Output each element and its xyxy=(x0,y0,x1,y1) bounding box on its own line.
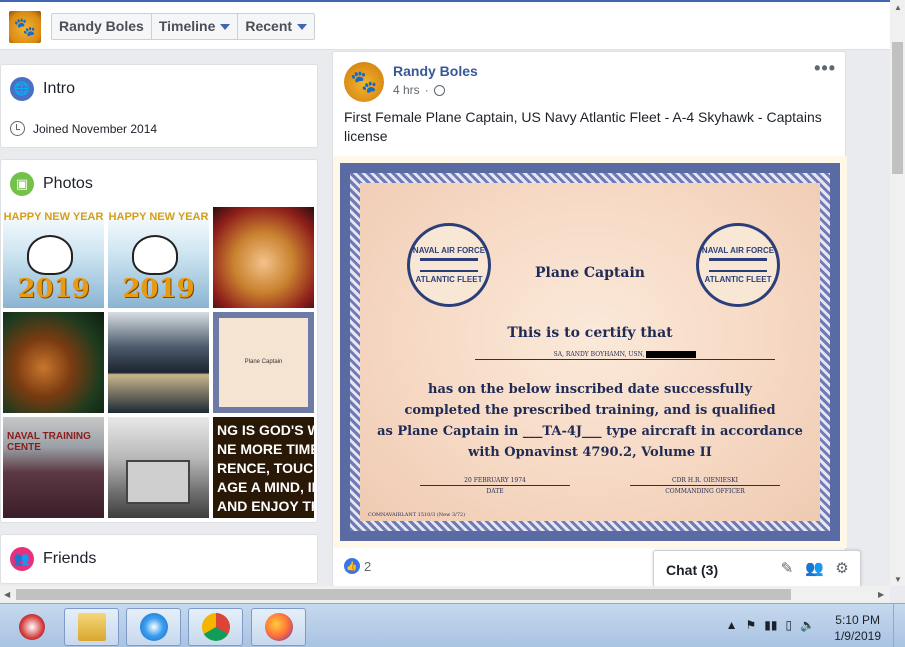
taskbar-chrome[interactable] xyxy=(188,608,243,646)
intro-heading[interactable]: 🌐 Intro xyxy=(10,77,75,101)
photo-icon: ▣ xyxy=(10,172,34,196)
folder-icon xyxy=(77,613,106,641)
joined-date: Joined November 2014 xyxy=(10,121,157,136)
intro-card: 🌐 Intro Joined November 2014 xyxy=(0,64,318,148)
photos-heading[interactable]: ▣ Photos xyxy=(10,172,93,196)
scroll-down-icon[interactable]: ▼ xyxy=(894,575,902,584)
thumbs-up-icon: 👍 xyxy=(344,558,360,574)
new-group-icon[interactable]: 👥 xyxy=(805,560,824,578)
photo-tile[interactable] xyxy=(108,417,209,518)
compose-icon[interactable]: ✎ xyxy=(778,560,796,578)
taskbar-internet-explorer[interactable] xyxy=(126,608,181,646)
scroll-left-icon[interactable]: ◀ xyxy=(4,590,10,599)
photo-tile[interactable]: Plane Captain xyxy=(213,312,314,413)
horizontal-scroll-thumb[interactable] xyxy=(16,589,791,600)
photo-tile[interactable] xyxy=(213,207,314,308)
certificate-thumbnail-text: Plane Captain xyxy=(244,359,283,365)
friends-heading[interactable]: 👥 Friends xyxy=(10,547,96,571)
photo-tile[interactable]: HAPPY NEW YEAR 2019 xyxy=(3,207,104,308)
photos-card: ▣ Photos HAPPY NEW YEAR 2019 HAPPY NEW Y… xyxy=(0,159,318,523)
certificate-commanding-officer: CDR H.R. OIENIESKI COMMANDING OFFICER xyxy=(630,477,780,495)
friends-icon: 👥 xyxy=(10,547,34,571)
speaker-icon[interactable]: 🔈 xyxy=(800,618,815,632)
taskbar-file-explorer[interactable] xyxy=(64,608,119,646)
redaction-bar xyxy=(646,351,697,358)
chat-bar[interactable]: Chat (3) ✎ 👥 ⚙ xyxy=(653,550,861,587)
church-building xyxy=(126,460,190,504)
power-icon[interactable]: ▯ xyxy=(785,618,792,632)
vertical-scrollbar[interactable]: ▲ ▼ xyxy=(890,0,905,586)
tab-timeline[interactable]: Timeline xyxy=(152,14,239,39)
snoopy-figure xyxy=(132,235,178,275)
taskbar-firefox[interactable] xyxy=(251,608,306,646)
more-options-icon[interactable]: ••• xyxy=(814,58,836,79)
chrome-icon xyxy=(201,613,230,641)
post-meta: 4 hrs · xyxy=(393,83,445,97)
quote-text: NG IS GOD'S W NE MORE TIME, RENCE, TOUCH… xyxy=(217,422,314,514)
photo-tile[interactable]: NAVAL TRAINING CENTE xyxy=(3,417,104,518)
scroll-right-icon[interactable]: ▶ xyxy=(878,590,884,599)
firefox-icon xyxy=(264,613,293,641)
post-time[interactable]: 4 hrs xyxy=(393,83,420,97)
snipping-tool-icon xyxy=(18,614,45,640)
author-avatar[interactable]: 🐾 xyxy=(344,62,384,102)
gear-icon[interactable]: ⚙ xyxy=(833,560,851,578)
post-caption: First Female Plane Captain, US Navy Atla… xyxy=(344,109,822,144)
taskbar-snipping-tool[interactable] xyxy=(4,608,59,646)
vertical-scroll-thumb[interactable] xyxy=(892,42,903,174)
clock-icon xyxy=(10,121,25,136)
post-card: 🐾 Randy Boles 4 hrs · ••• First Female P… xyxy=(332,51,847,587)
photo-tile[interactable] xyxy=(3,312,104,413)
network-icon[interactable]: ▮▮ xyxy=(764,618,777,632)
tab-profile-name[interactable]: Randy Boles xyxy=(52,14,152,39)
chevron-down-icon xyxy=(297,23,308,30)
photo-tile[interactable]: HAPPY NEW YEAR 2019 xyxy=(108,207,209,308)
certificate-form-number: COMNAVAIRLANT 1510/3 (New 3/72) xyxy=(368,512,466,518)
certificate-title: Plane Captain xyxy=(535,265,645,281)
windows-taskbar: ▲ ⚑ ▮▮ ▯ 🔈 5:10 PM 1/9/2019 xyxy=(0,603,905,647)
show-hidden-icons-icon[interactable]: ▲ xyxy=(726,618,738,632)
system-tray: ▲ ⚑ ▮▮ ▯ 🔈 xyxy=(726,618,815,632)
show-desktop-button[interactable] xyxy=(893,604,905,647)
dot-separator: · xyxy=(424,83,429,97)
certificate-body: has on the below inscribed date successf… xyxy=(377,382,803,460)
certificate-date: 20 FEBRUARY 1974 DATE xyxy=(420,477,570,495)
tab-recent[interactable]: Recent xyxy=(238,14,314,39)
post-image[interactable]: NAVAL AIR FORCE ATLANTIC FLEET NAVAL AIR… xyxy=(333,156,847,548)
profile-top-bar: 🐾 Randy Boles Timeline Recent xyxy=(0,0,890,50)
like-summary[interactable]: 👍 2 xyxy=(344,558,371,574)
certificate-border: NAVAL AIR FORCE ATLANTIC FLEET NAVAL AIR… xyxy=(340,163,840,541)
chevron-down-icon xyxy=(220,23,231,30)
certificate-certify-line: This is to certify that xyxy=(507,325,673,341)
internet-explorer-icon xyxy=(139,613,168,641)
globe-icon[interactable] xyxy=(433,84,445,96)
taskbar-clock[interactable]: 5:10 PM 1/9/2019 xyxy=(834,612,881,644)
photo-tile[interactable] xyxy=(108,312,209,413)
friends-card: 👥 Friends xyxy=(0,534,318,584)
snoopy-figure xyxy=(27,235,73,275)
like-count: 2 xyxy=(364,558,372,574)
certificate: NAVAL AIR FORCE ATLANTIC FLEET NAVAL AIR… xyxy=(360,183,820,521)
photo-grid: HAPPY NEW YEAR 2019 HAPPY NEW YEAR 2019 … xyxy=(3,207,315,518)
photo-tile[interactable]: NG IS GOD'S W NE MORE TIME, RENCE, TOUCH… xyxy=(213,417,314,518)
globe-icon: 🌐 xyxy=(10,77,34,101)
flag-icon[interactable]: ⚑ xyxy=(745,618,756,632)
post-author[interactable]: Randy Boles xyxy=(393,63,478,79)
scroll-up-icon[interactable]: ▲ xyxy=(894,3,902,12)
paw-icon: 🐾 xyxy=(13,16,37,37)
paw-icon: 🐾 xyxy=(350,69,378,94)
profile-nav-tabs: Randy Boles Timeline Recent xyxy=(51,13,316,40)
horizontal-scrollbar[interactable]: ◀ ▶ xyxy=(0,586,890,603)
certificate-name-line: SA, RANDY BOYHAMN, USN, xyxy=(475,351,775,360)
chat-label: Chat (3) xyxy=(666,562,719,578)
profile-avatar[interactable]: 🐾 xyxy=(9,11,41,43)
